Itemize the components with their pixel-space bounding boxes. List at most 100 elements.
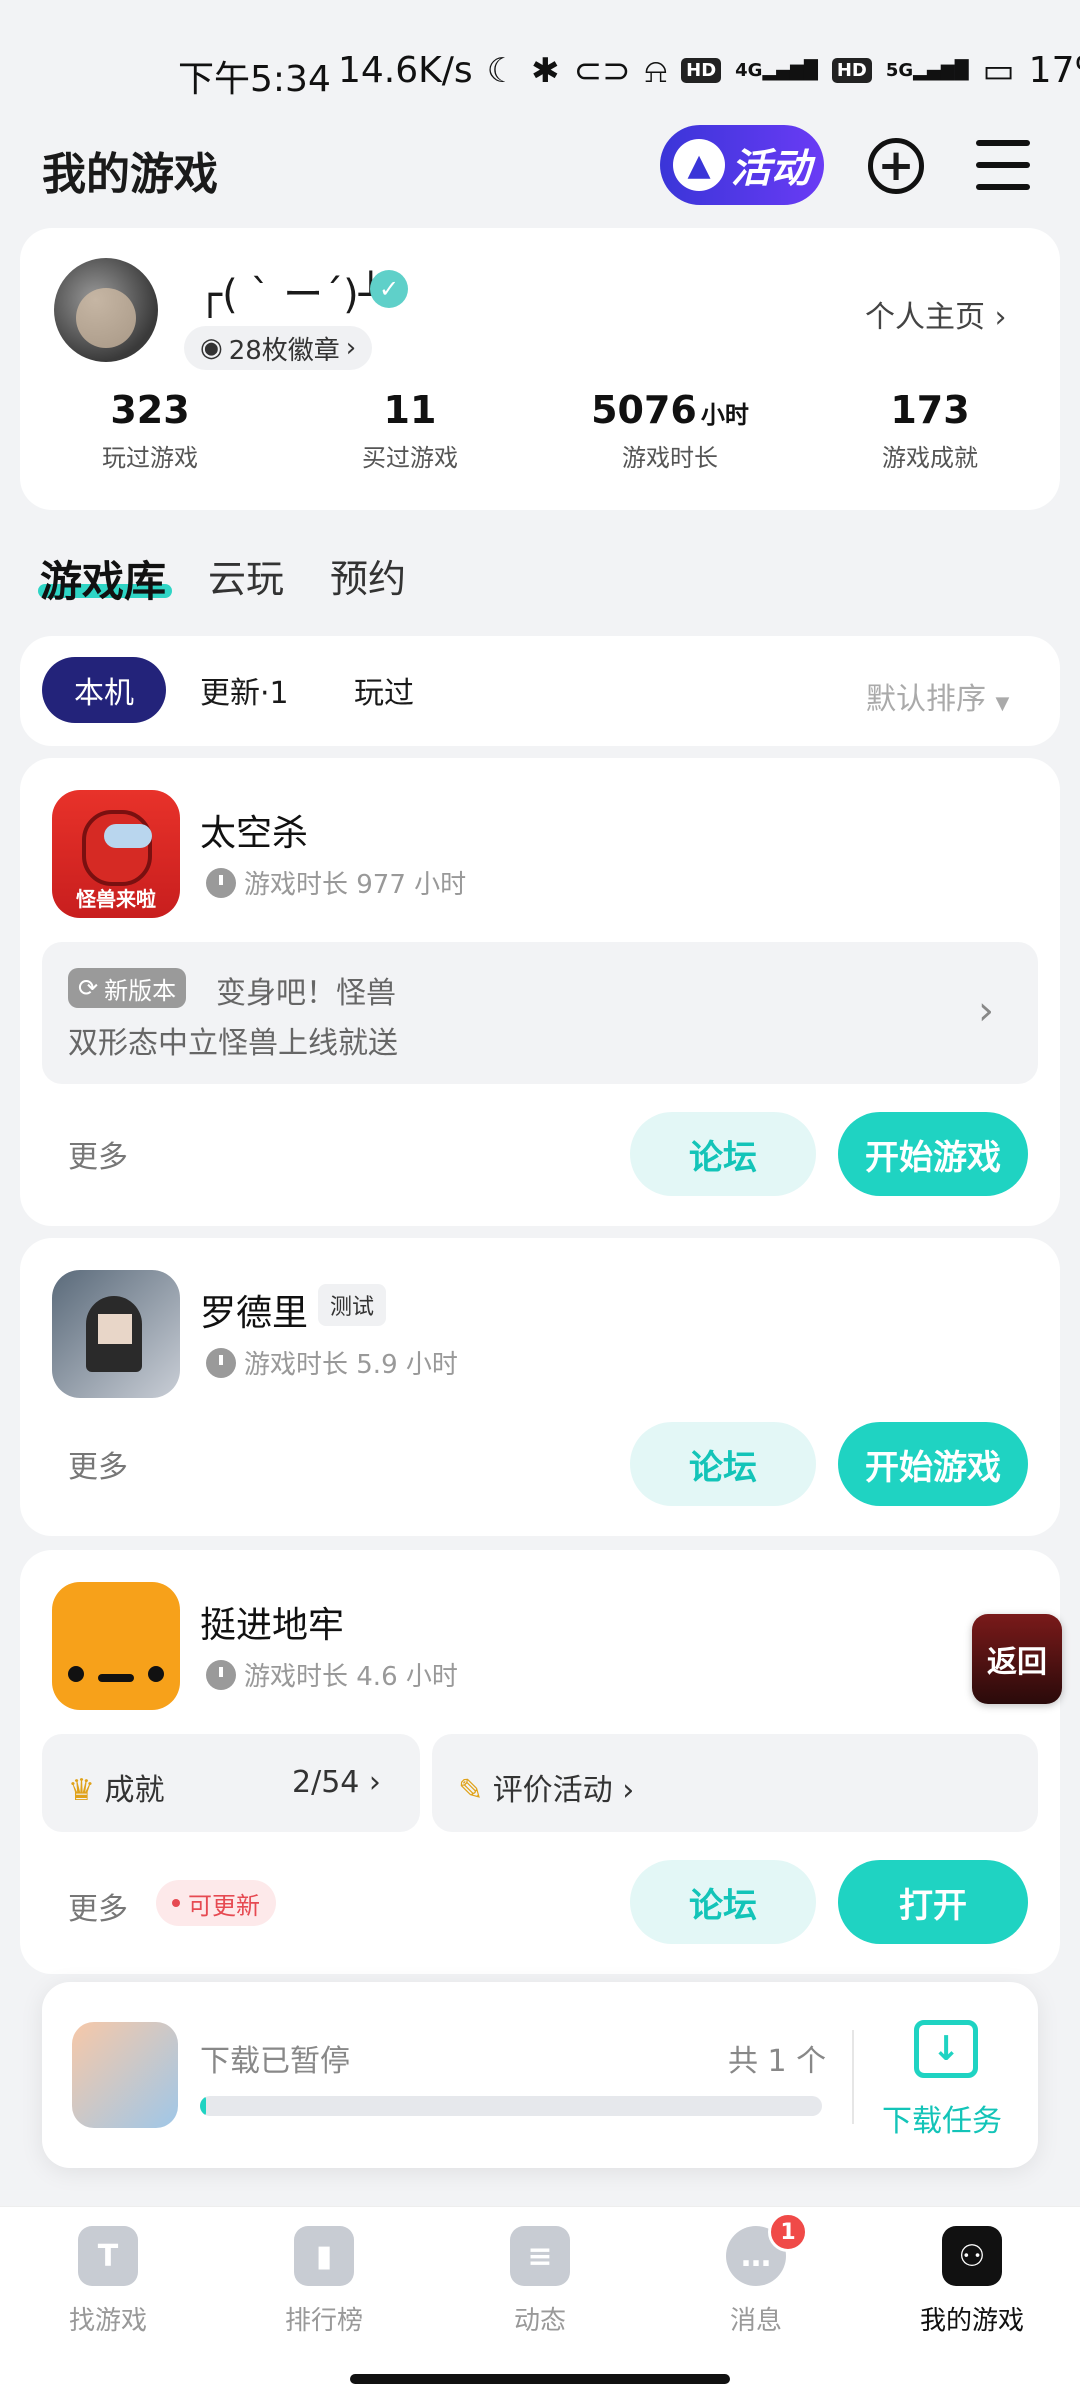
more-button[interactable]: 更多 — [68, 1442, 128, 1486]
avatar[interactable] — [54, 258, 158, 362]
game-icon[interactable]: 怪兽来啦 — [52, 790, 180, 918]
message-badge: 1 — [768, 2212, 808, 2252]
status-indicators: 14.6K/s ☾ ✱ ⊂⊃ ⍾ HD 4G▂▄▆█ HD 5G▂▄▆█ ▭ 1… — [338, 50, 1080, 91]
playtime-label: 游戏时长 4.6 小时 — [244, 1662, 458, 1692]
stat-bought[interactable]: 11 买过游戏 — [280, 388, 540, 473]
game-name[interactable]: 挺进地牢 — [200, 1596, 344, 1648]
achievement-value: 2/54 — [292, 1765, 360, 1800]
nav-label: 消息 — [729, 2306, 782, 2336]
stat-value: 173 — [890, 388, 970, 432]
activity-button[interactable]: ▲ 活动 — [660, 125, 824, 205]
filter-local[interactable]: 本机 — [42, 657, 166, 723]
sort-label: 默认排序 — [866, 682, 986, 717]
menu-line — [976, 140, 1030, 146]
stat-value: 11 — [383, 388, 437, 432]
download-count: 共 1 个 — [728, 2044, 827, 2079]
stat-achievements[interactable]: 173 游戏成就 — [800, 388, 1060, 473]
timer-icon — [206, 1659, 236, 1690]
feed-icon: ≡ — [510, 2226, 570, 2286]
playtime: 游戏时长 5.9 小时 — [206, 1344, 458, 1381]
nav-my-games[interactable]: ⚇ 我的游戏 — [864, 2226, 1080, 2337]
chevron-right-icon: › — [994, 300, 1007, 335]
playtime: 游戏时长 977 小时 — [206, 864, 466, 901]
game-name[interactable]: 罗德里 — [200, 1284, 308, 1336]
toggle-icon: ⊂⊃ — [573, 50, 631, 91]
download-game-icon — [72, 2022, 178, 2128]
chevron-right-icon: › — [345, 333, 357, 363]
add-button[interactable]: + — [868, 138, 924, 194]
stat-label: 买过游戏 — [362, 444, 458, 472]
playtime-label: 游戏时长 977 小时 — [244, 870, 467, 900]
stat-played[interactable]: 323 玩过游戏 — [20, 388, 280, 473]
network-speed: 14.6K/s — [338, 50, 473, 91]
float-back-button[interactable]: 返回 — [972, 1614, 1062, 1704]
open-game-button[interactable]: 打开 — [838, 1860, 1028, 1944]
badges-button[interactable]: ◉ 28枚徽章 › — [184, 326, 373, 370]
tab-reserve[interactable]: 预约 — [330, 548, 406, 603]
nav-label: 动态 — [513, 2306, 566, 2336]
nav-label: 找游戏 — [68, 2306, 147, 2336]
activity-label: 活动 — [731, 146, 811, 192]
stat-value: 323 — [110, 388, 190, 432]
moon-icon: ☾ — [486, 50, 518, 91]
download-task-label[interactable]: 下载任务 — [882, 2096, 1002, 2140]
mute-icon: ⍾ — [644, 50, 668, 91]
download-bar[interactable] — [42, 1982, 1038, 2168]
game-icon[interactable] — [52, 1582, 180, 1710]
chevron-right-icon: › — [622, 1773, 635, 1808]
bluetooth-icon: ✱ — [531, 50, 560, 91]
update-title: 变身吧！怪兽 — [216, 976, 396, 1011]
activity-icon: ▲ — [673, 139, 725, 191]
hd-icon-2: HD — [831, 58, 872, 83]
sort-dropdown[interactable]: 默认排序 ▼ — [866, 674, 1009, 718]
stat-playtime[interactable]: 5076 小时 游戏时长 — [540, 388, 800, 473]
visor-shape — [104, 824, 152, 848]
forum-button[interactable]: 论坛 — [630, 1112, 816, 1196]
more-button[interactable]: 更多 — [68, 1884, 128, 1928]
game-icon[interactable] — [52, 1270, 180, 1398]
stat-unit: 小时 — [700, 401, 749, 429]
menu-button[interactable] — [976, 140, 1030, 190]
achievement-label: 成就 — [104, 1773, 165, 1808]
tab-library[interactable]: 游戏库 — [40, 548, 166, 609]
icon-caption: 怪兽来啦 — [76, 887, 156, 911]
more-button[interactable]: 更多 — [68, 1132, 128, 1176]
new-version-badge: ⟳ 新版本 — [68, 968, 187, 1008]
update-notice[interactable] — [42, 942, 1038, 1084]
download-task-icon[interactable]: ↓ — [914, 2020, 978, 2078]
download-progress — [200, 2096, 822, 2116]
nav-feed[interactable]: ≡ 动态 — [432, 2226, 648, 2337]
forum-button[interactable]: 论坛 — [630, 1860, 816, 1944]
network-5g-label: 5G — [885, 60, 914, 81]
new-version-label: 新版本 — [104, 976, 177, 1005]
network-4g-label: 4G — [735, 60, 763, 81]
ranking-icon: ▮ — [294, 2226, 354, 2286]
filter-update[interactable]: 更新·1 — [200, 657, 289, 723]
badges-label: 28枚徽章 — [228, 335, 340, 366]
profile-link[interactable]: 个人主页 › — [865, 292, 1007, 336]
page-title: 我的游戏 — [42, 149, 218, 200]
profile-link-label: 个人主页 — [865, 300, 985, 335]
review-label: 评价活动 — [492, 1773, 613, 1808]
game-name[interactable]: 太空杀 — [200, 804, 308, 856]
timer-icon — [206, 1347, 236, 1378]
playtime: 游戏时长 4.6 小时 — [206, 1656, 458, 1693]
nav-messages[interactable]: … 1 消息 — [648, 2212, 864, 2337]
filter-played[interactable]: 玩过 — [354, 657, 414, 723]
nav-find-game[interactable]: T 找游戏 — [0, 2226, 216, 2337]
eye-shape — [148, 1666, 164, 1682]
trophy-icon: ♛ — [68, 1773, 95, 1808]
signal-5g-icon: 5G▂▄▆█ — [885, 60, 969, 81]
tab-cloud[interactable]: 云玩 — [208, 548, 284, 603]
nav-ranking[interactable]: ▮ 排行榜 — [216, 2226, 432, 2337]
forum-button[interactable]: 论坛 — [630, 1422, 816, 1506]
eye-shape — [68, 1666, 84, 1682]
download-status: 下载已暂停 — [200, 2044, 350, 2079]
nickname: ┌( ` ー´)┘ — [198, 272, 383, 318]
start-game-button[interactable]: 开始游戏 — [838, 1112, 1028, 1196]
start-game-button[interactable]: 开始游戏 — [838, 1422, 1028, 1506]
home-indicator — [350, 2374, 730, 2384]
timer-icon — [206, 867, 236, 898]
stat-label: 游戏时长 — [622, 444, 718, 472]
message-icon: … 1 — [726, 2212, 808, 2286]
